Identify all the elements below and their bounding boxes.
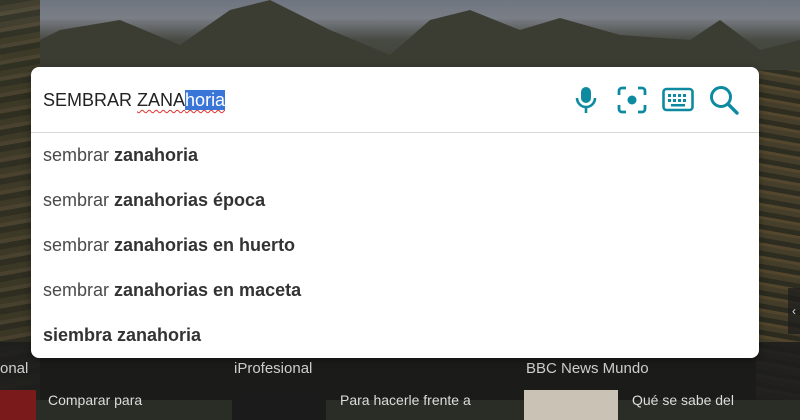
keyboard-icon: [662, 87, 694, 112]
microphone-icon: [575, 87, 597, 113]
news-thumbnail: [524, 390, 618, 420]
query-prefix: SEMBRAR: [43, 90, 138, 110]
carousel-next-button[interactable]: ‹: [788, 288, 800, 334]
suggestion-item[interactable]: sembrar zanahorias época: [31, 178, 759, 223]
suggestion-item[interactable]: sembrar zanahoria: [31, 133, 759, 178]
suggestion-item[interactable]: sembrar zanahorias en maceta: [31, 268, 759, 313]
keyboard-button[interactable]: [661, 83, 695, 117]
suggestion-item[interactable]: siembra zanahoria: [31, 313, 759, 358]
news-source: iProfesional: [234, 360, 313, 377]
news-headline: Para hacerle frente a: [340, 392, 471, 408]
search-panel: SEMBRAR ZANAhoria sembrar zanahoria semb…: [31, 67, 759, 358]
news-thumbnail: [232, 390, 326, 420]
news-source: BBC News Mundo: [526, 360, 649, 377]
news-headline: Qué se sabe del: [632, 392, 734, 408]
magnifier-icon: [710, 86, 739, 115]
camera-focus-icon: [617, 86, 647, 114]
search-box[interactable]: SEMBRAR ZANAhoria: [31, 67, 759, 133]
search-button[interactable]: [707, 83, 741, 117]
search-input[interactable]: SEMBRAR ZANAhoria: [43, 88, 226, 112]
voice-search-button[interactable]: [569, 83, 603, 117]
news-source: onal: [0, 360, 29, 377]
suggestion-item[interactable]: sembrar zanahorias en huerto: [31, 223, 759, 268]
news-thumbnail: [0, 390, 36, 420]
query-selected-autocomplete: horia: [185, 90, 226, 110]
news-headline: Comparar para: [48, 392, 143, 408]
visual-search-button[interactable]: [615, 83, 649, 117]
query-typed: ZANA: [137, 90, 186, 110]
suggestion-list: sembrar zanahoria sembrar zanahorias épo…: [31, 133, 759, 358]
